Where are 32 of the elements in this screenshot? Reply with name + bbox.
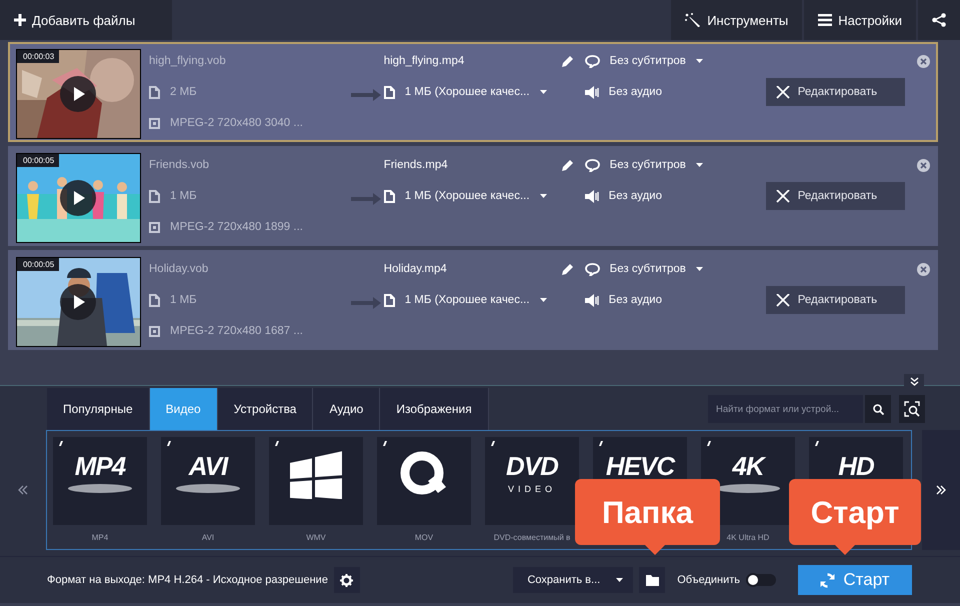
source-file-size: 1 МБ: [170, 294, 197, 306]
format-logo: MP4: [74, 451, 126, 482]
output-format-label: Формат на выходе: MP4 H.264 - Исходное разрешение: [47, 574, 328, 586]
source-codec-info: MPEG-2 720x480 3040 ...: [170, 117, 303, 129]
timecode: 00:00:05: [17, 258, 60, 271]
source-codec-info: MPEG-2 720x480 1899 ...: [170, 221, 303, 233]
format-label: MOV: [414, 533, 434, 542]
source-file-size: 2 МБ: [170, 86, 197, 98]
format-label: DVD-совместимый в: [494, 533, 570, 542]
format-logo: AVI: [188, 451, 228, 482]
timecode: 00:00:05: [17, 154, 60, 167]
format-label: AVI: [202, 533, 214, 542]
format-logo-caption: VIDEO: [508, 484, 556, 494]
source-codec-info: MPEG-2 720x480 1687 ...: [170, 325, 303, 337]
source-file-name: Friends.vob: [149, 159, 210, 171]
format-label: WMV: [306, 533, 326, 542]
timecode: 00:00:03: [17, 50, 60, 63]
output-file-name: high_flying.mp4: [384, 55, 464, 67]
format-label: 4K Ultra HD: [726, 533, 770, 542]
output-file-name: Holiday.mp4: [384, 263, 447, 275]
format-logo: 4K: [732, 451, 764, 482]
format-logo: HD: [838, 451, 874, 482]
source-file-size: 1 МБ: [170, 190, 197, 202]
callout-tooltip: Старт: [789, 479, 921, 555]
format-label: MP4: [92, 533, 108, 542]
source-file-name: high_flying.vob: [149, 55, 226, 67]
format-logo: DVD: [506, 451, 558, 482]
source-file-name: Holiday.vob: [149, 263, 208, 275]
output-file-name: Friends.mp4: [384, 159, 448, 171]
callout-tooltip: Папка: [575, 479, 720, 555]
format-logo: HEVC: [606, 451, 674, 482]
merge-label: Объединить: [677, 574, 740, 586]
